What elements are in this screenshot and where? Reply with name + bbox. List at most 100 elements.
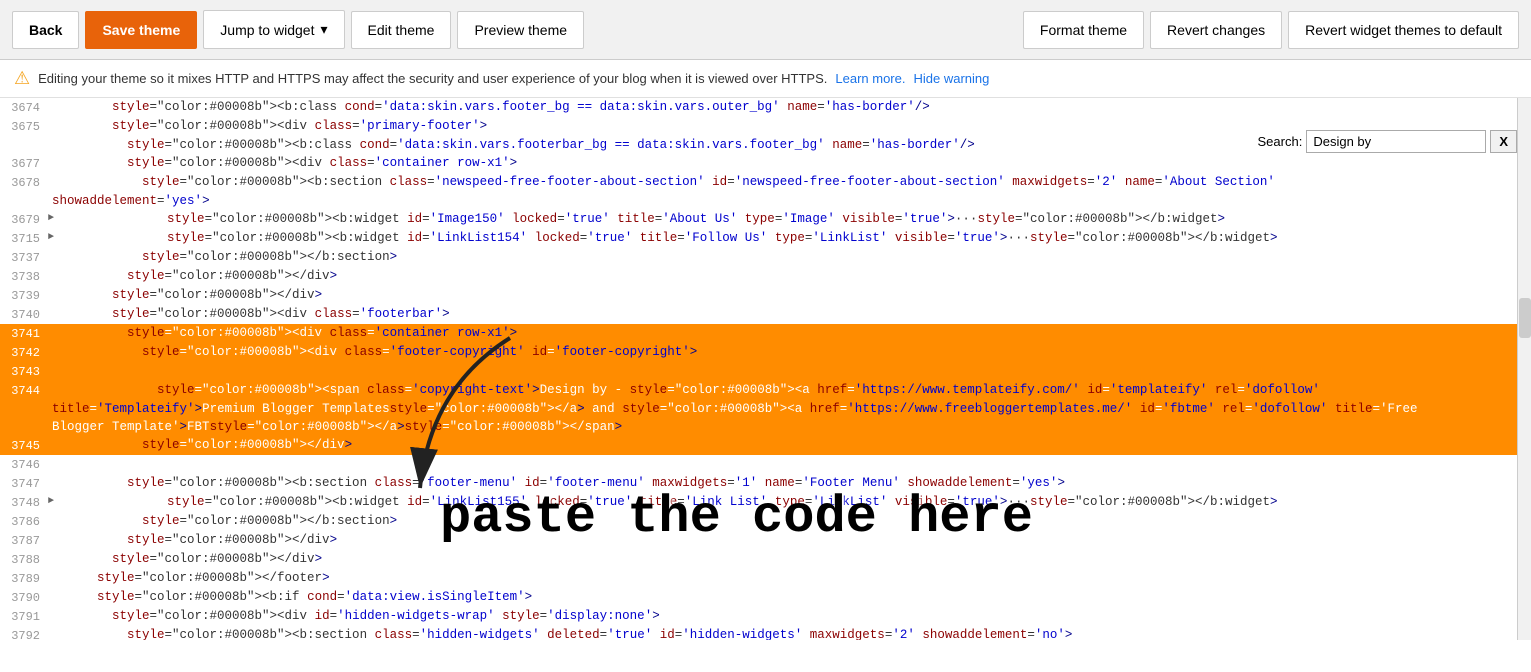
line-number: 3792 xyxy=(0,626,48,640)
code-line-19: 3746 xyxy=(0,455,1531,474)
line-number: 3790 xyxy=(0,588,48,607)
line-number: 3737 xyxy=(0,248,48,267)
line-number: 3677 xyxy=(0,154,48,173)
line-number: 3715 xyxy=(0,229,48,248)
line-number xyxy=(0,418,48,419)
format-theme-button[interactable]: Format theme xyxy=(1023,11,1144,49)
line-content: style="color:#00008b"><div class='contai… xyxy=(48,324,1531,342)
code-line-28: 3792 style="color:#00008b"><b:section cl… xyxy=(0,626,1531,640)
line-content: style="color:#00008b"></div> xyxy=(48,436,1531,454)
line-content: style="color:#00008b"><b:section class='… xyxy=(48,626,1531,640)
line-number: 3679 xyxy=(0,210,48,229)
line-content: style="color:#00008b"></div> xyxy=(48,267,1531,285)
warning-text: Editing your theme so it mixes HTTP and … xyxy=(38,71,827,86)
revert-changes-button[interactable]: Revert changes xyxy=(1150,11,1282,49)
expand-arrow-icon[interactable]: ► xyxy=(48,229,58,247)
line-content: title='Templateify'>Premium Blogger Temp… xyxy=(48,400,1531,418)
warning-icon: ⚠ xyxy=(14,68,30,89)
dropdown-arrow-icon: ▾ xyxy=(320,21,327,38)
line-content: style="color:#00008b"></b:section> xyxy=(48,248,1531,266)
scrollbar-thumb[interactable] xyxy=(1519,298,1531,338)
search-input[interactable] xyxy=(1306,130,1486,153)
line-number xyxy=(0,192,48,193)
line-content: style="color:#00008b"><span class='copyr… xyxy=(48,381,1531,399)
line-content: style="color:#00008b"><b:widget id='Link… xyxy=(58,493,1531,511)
code-line-7: 3715► style="color:#00008b"><b:widget id… xyxy=(0,229,1531,248)
code-line-20: 3747 style="color:#00008b"><b:section cl… xyxy=(0,474,1531,493)
expand-arrow-icon[interactable]: ► xyxy=(48,493,58,511)
line-number: 3744 xyxy=(0,381,48,400)
search-close-button[interactable]: X xyxy=(1490,130,1517,153)
code-line-3: 3677 style="color:#00008b"><div class='c… xyxy=(0,154,1531,173)
line-number xyxy=(0,136,48,137)
line-content: style="color:#00008b"></div> xyxy=(48,550,1531,568)
search-label: Search: xyxy=(1258,134,1303,149)
code-line-16: title='Templateify'>Premium Blogger Temp… xyxy=(0,400,1531,418)
code-line-4: 3678 style="color:#00008b"><b:section cl… xyxy=(0,173,1531,192)
code-line-18: 3745 style="color:#00008b"></div> xyxy=(0,436,1531,455)
warning-bar: ⚠ Editing your theme so it mixes HTTP an… xyxy=(0,60,1531,98)
line-number: 3786 xyxy=(0,512,48,531)
code-line-6: 3679► style="color:#00008b"><b:widget id… xyxy=(0,210,1531,229)
code-line-22: 3786 style="color:#00008b"></b:section> xyxy=(0,512,1531,531)
toolbar: Back Save theme Jump to widget ▾ Edit th… xyxy=(0,0,1531,60)
code-line-17: Blogger Template'>FBTstyle="color:#00008… xyxy=(0,418,1531,436)
line-content: style="color:#00008b"><b:if cond='data:v… xyxy=(48,588,1531,606)
line-number: 3674 xyxy=(0,98,48,117)
code-line-15: 3744 style="color:#00008b"><span class='… xyxy=(0,381,1531,400)
learn-more-link[interactable]: Learn more. xyxy=(835,71,905,86)
line-content: style="color:#00008b"></footer> xyxy=(48,569,1531,587)
code-editor[interactable]: 3674 style="color:#00008b"><b:class cond… xyxy=(0,98,1531,640)
line-number: 3748 xyxy=(0,493,48,512)
code-line-5: showaddelement='yes'> xyxy=(0,192,1531,210)
line-number: 3791 xyxy=(0,607,48,626)
line-number xyxy=(0,400,48,401)
code-line-8: 3737 style="color:#00008b"></b:section> xyxy=(0,248,1531,267)
code-line-10: 3739 style="color:#00008b"></div> xyxy=(0,286,1531,305)
line-number: 3745 xyxy=(0,436,48,455)
line-content: style="color:#00008b"><b:widget id='Link… xyxy=(58,229,1531,247)
line-content: style="color:#00008b"></div> xyxy=(48,286,1531,304)
line-number: 3789 xyxy=(0,569,48,588)
line-number: 3740 xyxy=(0,305,48,324)
code-line-24: 3788 style="color:#00008b"></div> xyxy=(0,550,1531,569)
code-line-25: 3789 style="color:#00008b"></footer> xyxy=(0,569,1531,588)
line-content: style="color:#00008b"><div class='contai… xyxy=(48,154,1531,172)
scrollbar-track[interactable] xyxy=(1517,98,1531,640)
hide-warning-link[interactable]: Hide warning xyxy=(913,71,989,86)
expand-arrow-icon[interactable]: ► xyxy=(48,210,58,228)
line-number: 3747 xyxy=(0,474,48,493)
code-line-0: 3674 style="color:#00008b"><b:class cond… xyxy=(0,98,1531,117)
code-line-13: 3742 style="color:#00008b"><div class='f… xyxy=(0,343,1531,362)
line-content: style="color:#00008b"><b:section class='… xyxy=(48,173,1531,191)
line-number: 3742 xyxy=(0,343,48,362)
line-number: 3746 xyxy=(0,455,48,474)
code-line-21: 3748► style="color:#00008b"><b:widget id… xyxy=(0,493,1531,512)
right-toolbar-group: Format theme Revert changes Revert widge… xyxy=(1023,11,1519,49)
line-number: 3787 xyxy=(0,531,48,550)
code-lines: 3674 style="color:#00008b"><b:class cond… xyxy=(0,98,1531,640)
code-line-26: 3790 style="color:#00008b"><b:if cond='d… xyxy=(0,588,1531,607)
preview-theme-button[interactable]: Preview theme xyxy=(457,11,584,49)
code-line-9: 3738 style="color:#00008b"></div> xyxy=(0,267,1531,286)
line-number: 3678 xyxy=(0,173,48,192)
line-content: style="color:#00008b"><b:section class='… xyxy=(48,474,1531,492)
line-number: 3738 xyxy=(0,267,48,286)
code-line-14: 3743 xyxy=(0,362,1531,381)
line-number: 3743 xyxy=(0,362,48,381)
code-line-12: 3741 style="color:#00008b"><div class='c… xyxy=(0,324,1531,343)
line-content: style="color:#00008b"><b:class cond='dat… xyxy=(48,98,1531,116)
edit-theme-button[interactable]: Edit theme xyxy=(351,11,452,49)
line-number: 3788 xyxy=(0,550,48,569)
line-number: 3739 xyxy=(0,286,48,305)
revert-widget-themes-button[interactable]: Revert widget themes to default xyxy=(1288,11,1519,49)
line-number: 3675 xyxy=(0,117,48,136)
line-content: style="color:#00008b"><div class='footer… xyxy=(48,305,1531,323)
back-button[interactable]: Back xyxy=(12,11,79,49)
save-theme-button[interactable]: Save theme xyxy=(85,11,197,49)
line-number: 3741 xyxy=(0,324,48,343)
line-content: showaddelement='yes'> xyxy=(48,192,1531,210)
jump-to-widget-button[interactable]: Jump to widget ▾ xyxy=(203,10,344,49)
line-content: style="color:#00008b"><div id='hidden-wi… xyxy=(48,607,1531,625)
line-content: Blogger Template'>FBTstyle="color:#00008… xyxy=(48,418,1531,436)
